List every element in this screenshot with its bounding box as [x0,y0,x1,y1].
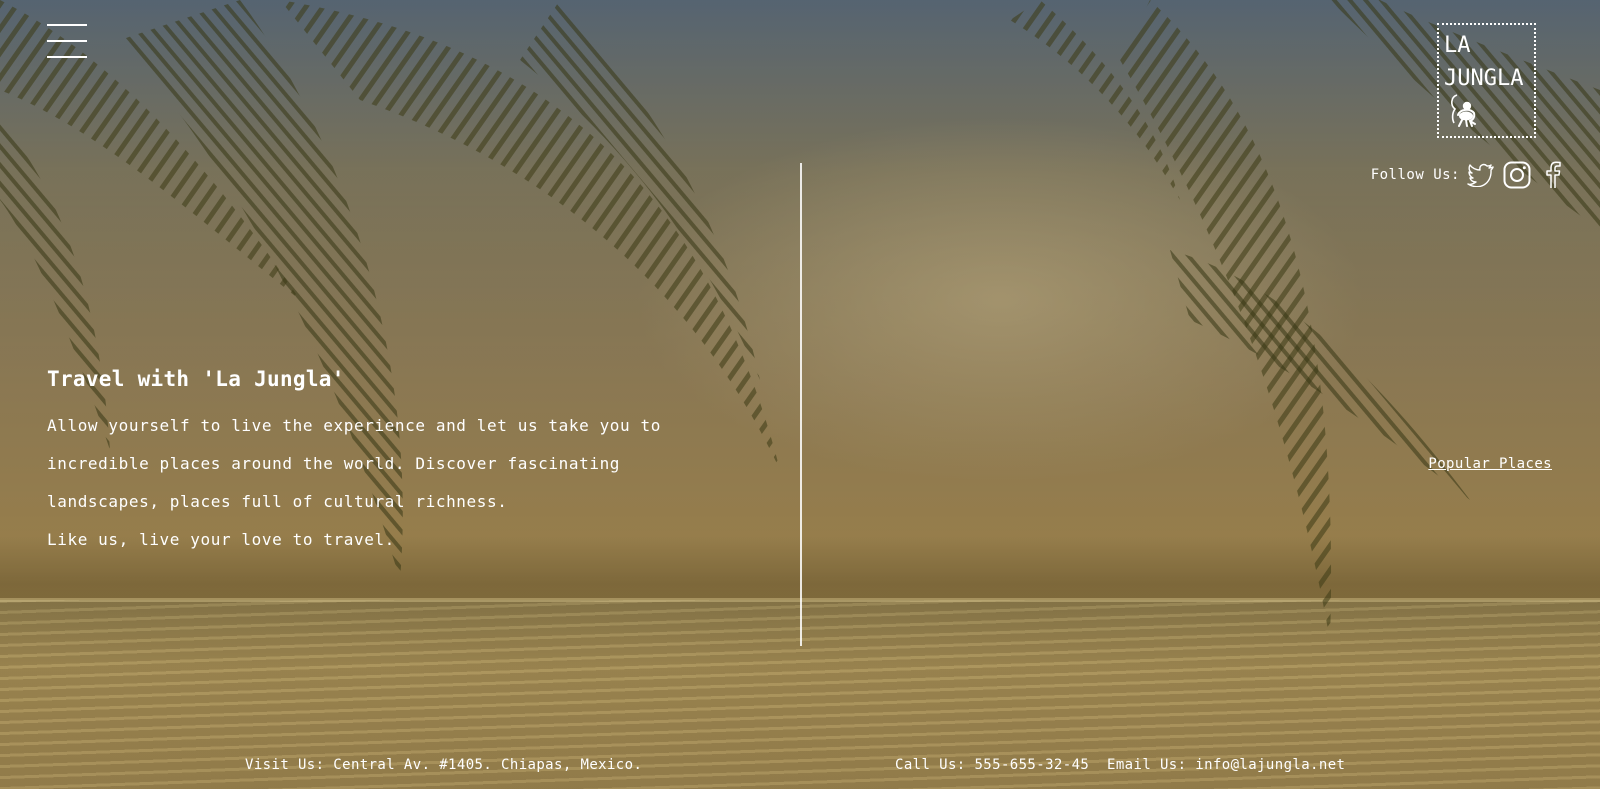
follow-us: Follow Us: [1371,160,1568,190]
menu-button[interactable] [47,23,87,61]
logo-text-line1: LA [1444,33,1471,58]
footer-phone: Call Us: 555-655-32-45 [895,757,1090,773]
follow-us-label: Follow Us: [1370,167,1460,183]
instagram-icon [1503,161,1531,189]
twitter-icon [1467,163,1494,187]
hero-paragraph-line: incredible places around the world. Disc… [47,454,621,473]
hero-paragraph-line: Allow yourself to live the experience an… [47,416,661,435]
logo-text-line2: JUNGLA [1444,66,1524,91]
twitter-link[interactable] [1466,160,1496,190]
hamburger-menu-icon [47,24,87,26]
hero-title: Travel with 'La Jungla' [47,367,345,391]
footer-address: Visit Us: Central Av. #1405. Chiapas, Me… [245,757,643,773]
footer-email[interactable]: Email Us: info@lajungla.net [1107,757,1345,773]
facebook-link[interactable] [1538,160,1568,190]
site-logo[interactable]: LA JUNGLA [1437,23,1536,138]
hero-paragraph-line: Like us, live your love to travel. [47,530,395,549]
vertical-divider [800,163,802,646]
popular-places-link[interactable]: Popular Places [1428,456,1552,472]
hero-paragraph-line: landscapes, places full of cultural rich… [47,492,508,511]
hero-text: Travel with 'La Jungla' Allow yourself t… [47,365,737,559]
monkey-icon [1451,94,1476,127]
facebook-icon [1546,161,1561,188]
instagram-link[interactable] [1502,160,1532,190]
